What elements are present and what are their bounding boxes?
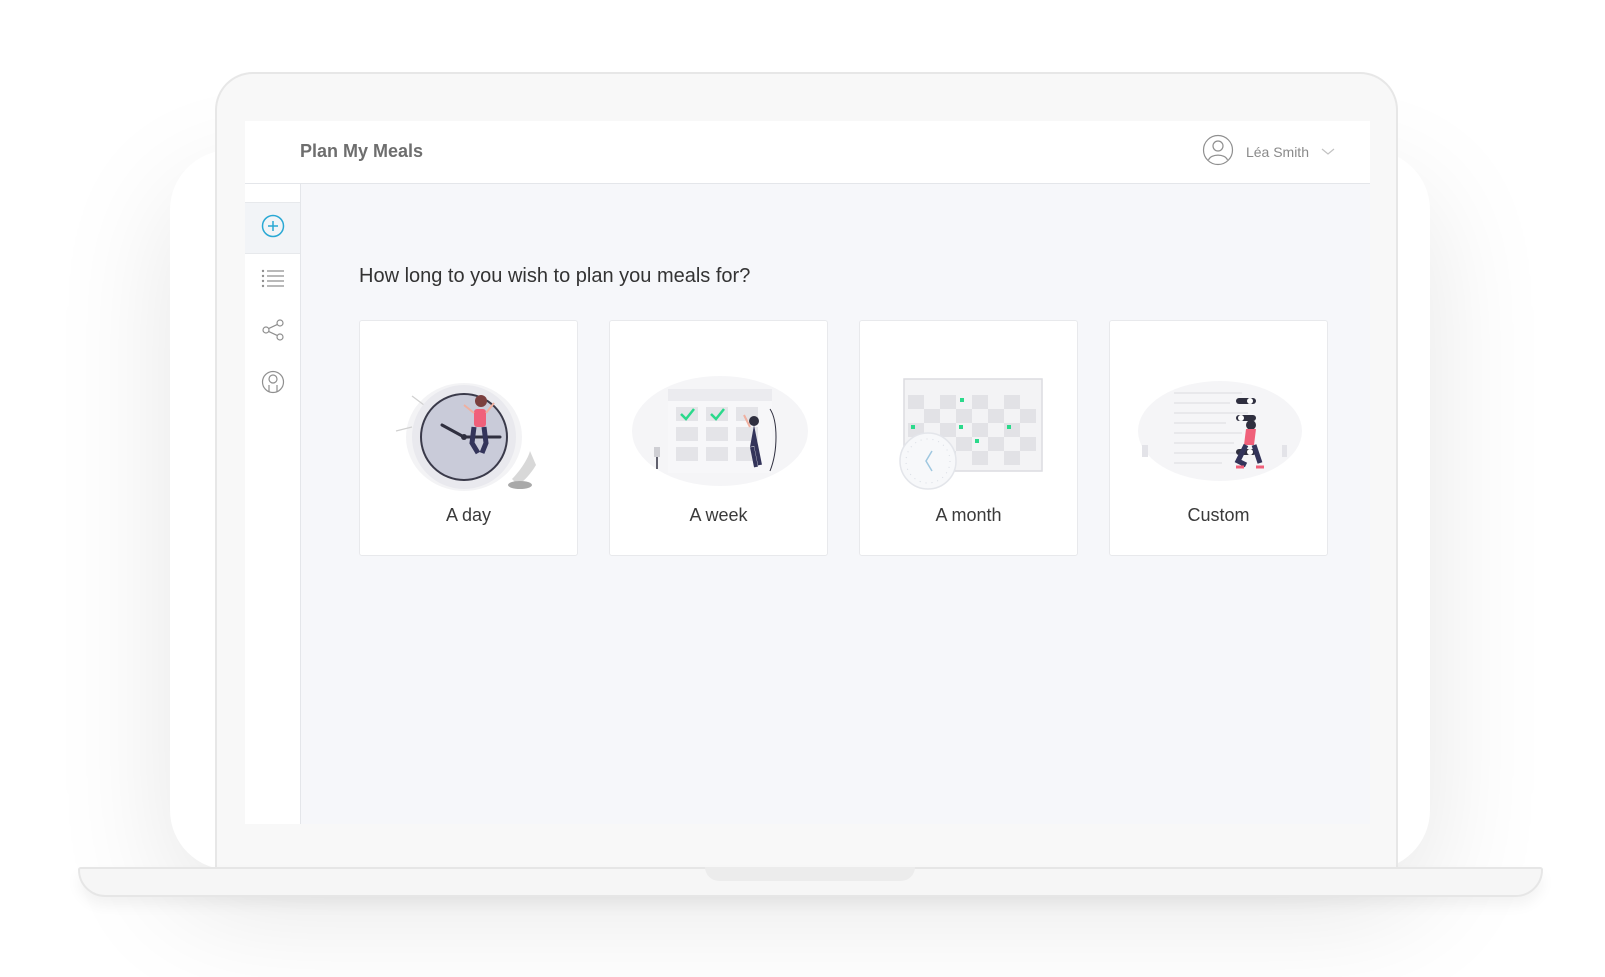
calendar-month-illustration xyxy=(899,378,1043,490)
calendar-week-illustration xyxy=(632,376,808,486)
laptop-notch xyxy=(705,867,915,881)
option-label: A week xyxy=(689,505,748,525)
user-menu[interactable]: Léa Smith xyxy=(1202,134,1335,171)
list-icon xyxy=(261,268,285,293)
option-card-day[interactable]: A day xyxy=(359,320,578,556)
user-circle-icon xyxy=(261,370,285,399)
laptop-mockup: Plan My Meals Léa Smith How long to you … xyxy=(0,0,1605,977)
page-question: How long to you wish to plan you meals f… xyxy=(359,265,751,287)
sidebar-item-new-plan[interactable] xyxy=(245,202,300,254)
sidebar-item-profile[interactable] xyxy=(245,358,300,410)
add-circle-icon xyxy=(261,214,285,243)
sidebar xyxy=(245,184,301,824)
sidebar-item-list[interactable] xyxy=(245,254,300,306)
option-label: Custom xyxy=(1187,505,1250,525)
user-name: Léa Smith xyxy=(1245,144,1309,160)
app-title: Plan My Meals xyxy=(300,141,424,161)
option-card-custom[interactable]: Custom xyxy=(1109,320,1328,556)
sidebar-item-share[interactable] xyxy=(245,306,300,358)
chevron-down-icon xyxy=(1321,143,1335,161)
app-screen: Plan My Meals Léa Smith How long to you … xyxy=(245,121,1370,824)
option-card-week[interactable]: A week xyxy=(609,320,828,556)
share-icon xyxy=(261,318,285,347)
clock-illustration xyxy=(395,383,536,491)
option-card-month[interactable]: A month xyxy=(859,320,1078,556)
option-label: A month xyxy=(935,505,1002,525)
top-bar: Plan My Meals Léa Smith xyxy=(245,121,1370,184)
avatar-icon xyxy=(1202,134,1234,171)
custom-toggles-illustration xyxy=(1138,381,1302,481)
option-label: A day xyxy=(445,505,492,525)
